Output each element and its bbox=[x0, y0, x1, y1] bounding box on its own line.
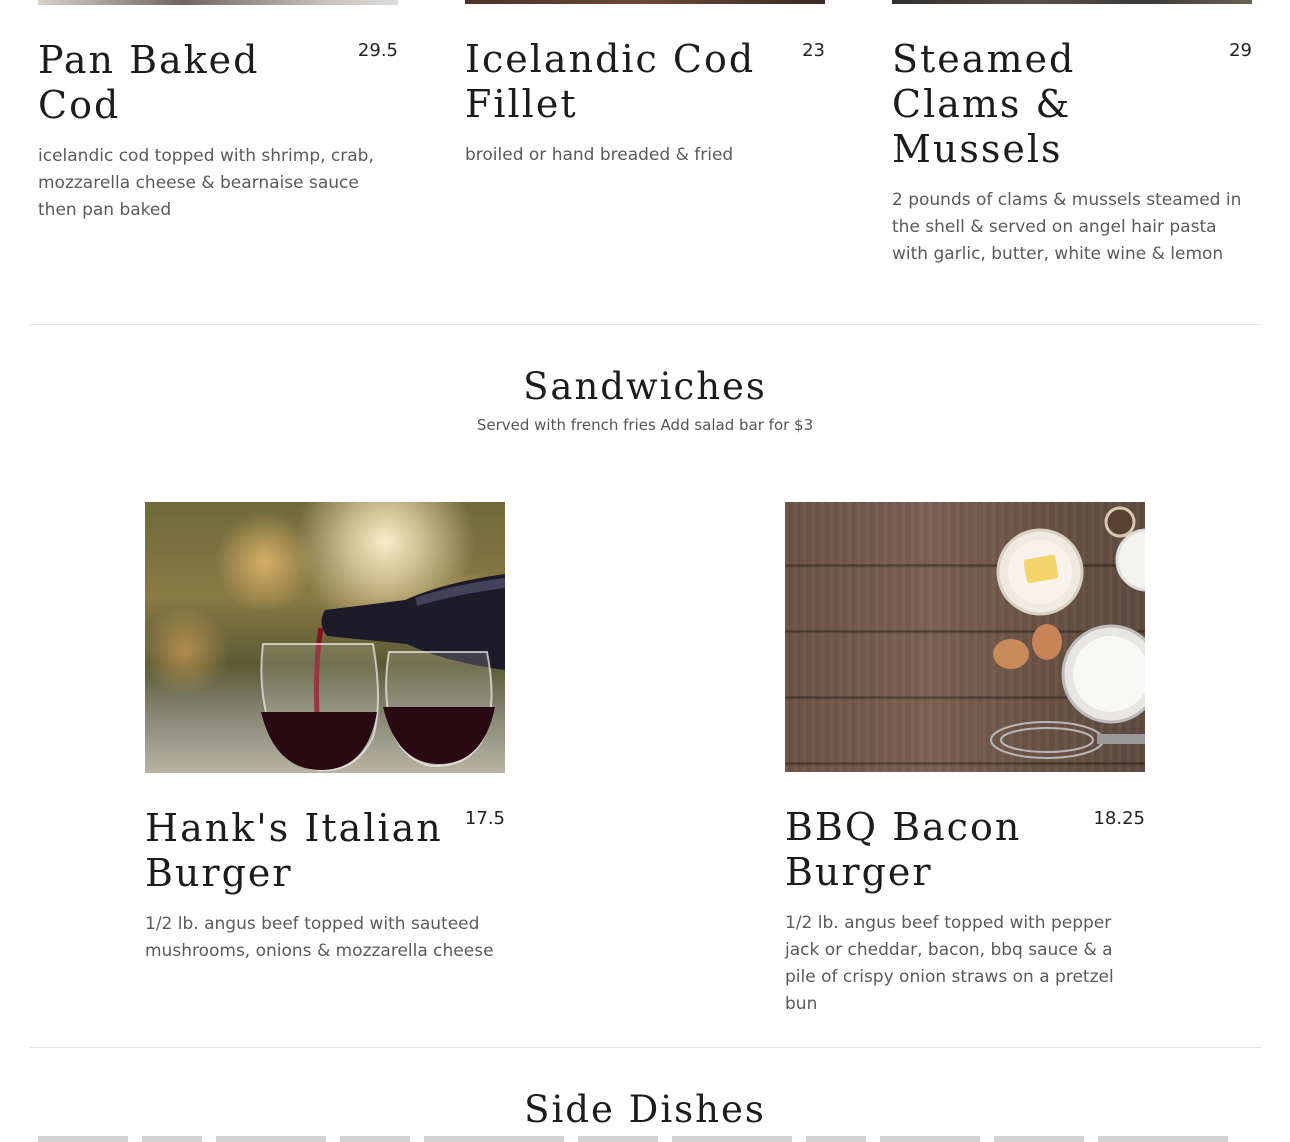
section-title-sandwiches: Sandwiches bbox=[523, 365, 767, 408]
pan-baked-cod-image bbox=[38, 0, 398, 5]
menu-item-price: 23 bbox=[802, 40, 825, 61]
menu-item-price: 17.5 bbox=[464, 808, 505, 829]
menu-item-title: Pan Baked Cod bbox=[38, 38, 260, 127]
cropped-content-row bbox=[38, 1136, 1252, 1142]
icelandic-cod-fillet-image bbox=[465, 0, 825, 4]
section-divider bbox=[29, 324, 1261, 325]
menu-item-title: Hank's Italian Burger bbox=[145, 806, 443, 895]
section-subtitle-sandwiches: Served with french fries Add salad bar f… bbox=[476, 416, 814, 434]
menu-item-price: 18.25 bbox=[1093, 808, 1145, 829]
section-title-side-dishes: Side Dishes bbox=[524, 1088, 766, 1131]
menu-item-description: 1/2 lb. angus beef topped with pepper ja… bbox=[785, 913, 1114, 1014]
menu-item-description: 2 pounds of clams & mussels steamed in t… bbox=[892, 190, 1242, 264]
menu-item-description: icelandic cod topped with shrimp, crab, … bbox=[38, 146, 374, 220]
menu-item-price: 29.5 bbox=[357, 40, 398, 61]
menu-item-description: 1/2 lb. angus beef topped with sauteed m… bbox=[145, 914, 494, 961]
wine-pour-photo bbox=[145, 502, 505, 773]
menu-item-title: BBQ Bacon Burger bbox=[785, 805, 1022, 894]
steamed-clams-mussels-image bbox=[892, 0, 1252, 4]
menu-item-title: Steamed Clams & Mussels bbox=[892, 37, 1076, 171]
section-divider bbox=[29, 1047, 1261, 1048]
menu-item-title: Icelandic Cod Fillet bbox=[465, 37, 756, 126]
menu-item-price: 29 bbox=[1229, 40, 1252, 61]
baking-ingredients-photo bbox=[785, 502, 1145, 772]
menu-item-description: broiled or hand breaded & fried bbox=[465, 145, 734, 165]
